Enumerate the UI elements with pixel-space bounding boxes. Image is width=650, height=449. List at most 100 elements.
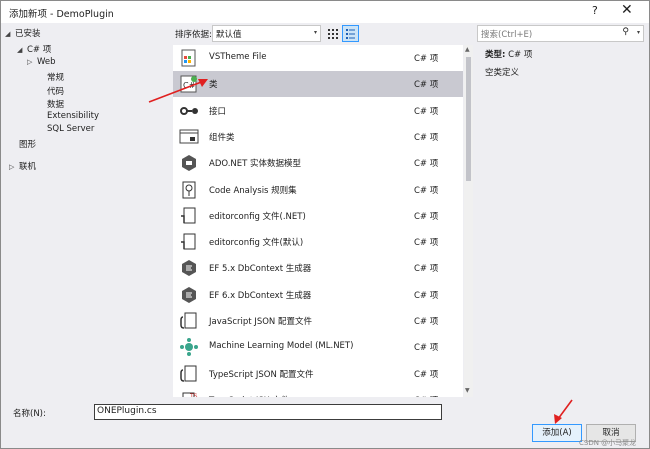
- sort-label: 排序依据:: [175, 30, 212, 40]
- template-language: C# 项: [414, 80, 439, 91]
- tree-general[interactable]: 常规: [37, 71, 64, 83]
- vstheme-file-icon: [179, 48, 199, 68]
- tree-installed[interactable]: ◢ 已安装: [5, 27, 41, 39]
- type-row: 类型: C# 项: [485, 48, 532, 60]
- close-button[interactable]: ✕: [621, 2, 633, 18]
- list-view-button[interactable]: [342, 25, 359, 42]
- list-view-icon: [346, 29, 355, 39]
- scrollbar-thumb[interactable]: [466, 57, 471, 181]
- category-tree: ◢ 已安装 ◢ C# 项 ▷ Web 常规 代码 数据 Extensibility SQL Serv…: [1, 23, 169, 397]
- template-item[interactable]: 组件类 C# 项: [173, 124, 463, 150]
- watermark: CSDN @小马聚龙: [579, 439, 637, 447]
- template-name: EF 6.x DbContext 生成器: [209, 290, 312, 301]
- search-icon[interactable]: ⚲: [622, 27, 629, 37]
- window-title: 添加新项 - DemoPlugin: [9, 9, 114, 20]
- sort-value: 默认值: [216, 30, 242, 40]
- svg-text:C#: C#: [183, 81, 196, 90]
- add-button[interactable]: 添加(A): [532, 424, 582, 442]
- template-language: C# 项: [414, 369, 439, 380]
- template-item[interactable]: ADO.NET 实体数据模型 C# 项: [173, 150, 463, 176]
- template-item[interactable]: EF 6.x DbContext 生成器 C# 项: [173, 282, 463, 308]
- name-input-value: ONEPlugin.cs: [97, 406, 157, 416]
- template-item[interactable]: Machine Learning Model (ML.NET) C# 项: [173, 334, 463, 360]
- tree-csharp-items[interactable]: ◢ C# 项: [17, 43, 51, 55]
- template-name: Machine Learning Model (ML.NET): [209, 341, 354, 352]
- template-item[interactable]: editorconfig 文件(默认) C# 项: [173, 229, 463, 255]
- name-label: 名称(N):: [13, 409, 46, 419]
- grid-view-icon: [328, 29, 338, 39]
- tree-item-label: 图形: [19, 140, 37, 150]
- tree-item-label: Extensibility: [47, 111, 99, 121]
- tree-item-label: 代码: [47, 87, 65, 97]
- template-name: TypeScript JSX 文件: [209, 394, 289, 397]
- template-language: C# 项: [414, 238, 439, 249]
- tree-graphics[interactable]: 图形: [9, 138, 36, 150]
- template-name: 类: [209, 80, 218, 91]
- tree-extensibility[interactable]: Extensibility: [37, 111, 99, 121]
- template-name: EF 5.x DbContext 生成器: [209, 264, 312, 275]
- interface-icon: [179, 101, 199, 121]
- template-name: ADO.NET 实体数据模型: [209, 159, 302, 170]
- json-config-icon: [179, 364, 199, 384]
- ml-model-icon: [179, 337, 199, 357]
- grid-view-button[interactable]: [324, 25, 341, 42]
- template-item[interactable]: editorconfig 文件(.NET) C# 项: [173, 203, 463, 229]
- scroll-down-icon[interactable]: ▼: [465, 387, 470, 394]
- template-item[interactable]: VSTheme File C# 项: [173, 45, 463, 71]
- component-class-icon: [179, 127, 199, 147]
- tree-item-label: 常规: [47, 73, 65, 83]
- tree-code[interactable]: 代码: [37, 85, 64, 97]
- template-language: C# 项: [414, 54, 439, 64]
- template-name: Code Analysis 规则集: [209, 185, 297, 196]
- json-config-icon: [179, 311, 199, 331]
- template-item[interactable]: 接口 C# 项: [173, 98, 463, 124]
- template-language: C# 项: [414, 343, 439, 354]
- template-item[interactable]: JavaScript JSON 配置文件 C# 项: [173, 308, 463, 334]
- tree-data[interactable]: 数据: [37, 98, 64, 110]
- expanded-arrow-icon[interactable]: ◢: [5, 30, 15, 38]
- title-bar: 添加新项 - DemoPlugin ? ✕: [1, 1, 649, 23]
- add-new-item-dialog: 添加新项 - DemoPlugin ? ✕ ◢ 已安装 ◢ C# 项 ▷ Web 常规 代码数…: [0, 0, 650, 449]
- collapsed-arrow-icon[interactable]: ▷: [27, 58, 37, 66]
- template-language: C# 项: [414, 185, 439, 196]
- template-name: JavaScript JSON 配置文件: [209, 317, 312, 327]
- collapsed-arrow-icon[interactable]: ▷: [9, 163, 19, 171]
- editorconfig-icon: [179, 232, 199, 252]
- tree-online[interactable]: ▷ 联机: [9, 160, 36, 172]
- class-file-icon: C#: [179, 74, 199, 94]
- typescript-jsx-icon: TS: [179, 390, 199, 397]
- template-language: C# 项: [414, 132, 439, 143]
- template-language: C# 项: [414, 159, 439, 170]
- template-item[interactable]: C# 类 C# 项: [173, 71, 463, 98]
- search-placeholder: 搜索(Ctrl+E): [481, 30, 533, 40]
- template-item[interactable]: TS TypeScript JSX 文件 C# 项: [173, 387, 463, 397]
- help-button[interactable]: ?: [592, 4, 598, 17]
- template-name: editorconfig 文件(默认): [209, 238, 304, 249]
- tree-item-label: 数据: [47, 100, 65, 110]
- template-list: VSTheme File C# 项 C# 类 C# 项接口 C# 项组件类 C# 项 ADO.…: [173, 45, 463, 397]
- template-language: C# 项: [414, 211, 439, 222]
- tree-sql-server[interactable]: SQL Server: [37, 124, 94, 134]
- template-language: C# 项: [414, 394, 438, 397]
- search-options-chevron-icon[interactable]: ▾: [637, 29, 640, 36]
- template-item[interactable]: Code Analysis 规则集 C# 项: [173, 177, 463, 203]
- search-input[interactable]: 搜索(Ctrl+E) ⚲ ▾: [477, 25, 644, 42]
- template-name: 组件类: [209, 132, 235, 143]
- expanded-arrow-icon[interactable]: ◢: [17, 46, 27, 54]
- name-input[interactable]: ONEPlugin.cs: [94, 404, 442, 420]
- template-name: editorconfig 文件(.NET): [209, 211, 306, 222]
- type-value: C# 项: [508, 50, 533, 60]
- dbcontext-generator-icon: [179, 285, 199, 305]
- tree-web[interactable]: ▷ Web: [27, 57, 56, 67]
- template-item[interactable]: TypeScript JSON 配置文件 C# 项: [173, 361, 463, 387]
- scroll-up-icon[interactable]: ▲: [465, 46, 470, 53]
- item-description: 空类定义: [485, 68, 520, 78]
- ruleset-icon: [179, 180, 199, 200]
- dbcontext-generator-icon: [179, 258, 199, 278]
- entity-model-icon: [179, 153, 199, 173]
- template-item[interactable]: EF 5.x DbContext 生成器 C# 项: [173, 255, 463, 281]
- template-list-scrollbar[interactable]: ▲ ▼: [464, 45, 473, 397]
- template-name: VSTheme File: [209, 52, 267, 62]
- tree-item-label: Web: [37, 57, 56, 67]
- sort-dropdown[interactable]: 默认值 ▾: [212, 25, 321, 42]
